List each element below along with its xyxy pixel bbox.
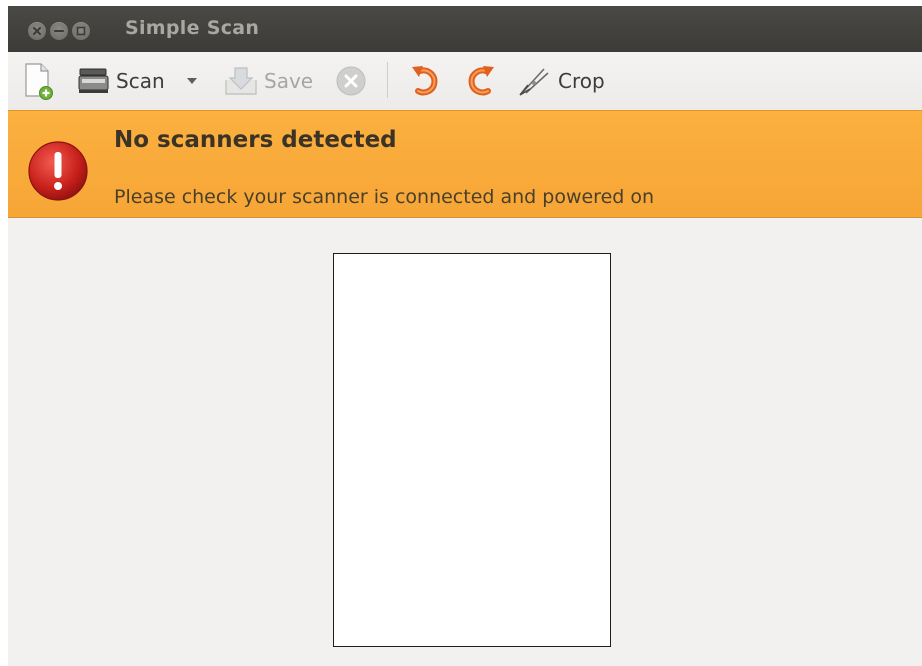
scan-button[interactable]: Scan	[76, 52, 165, 110]
minimize-window-button[interactable]	[50, 22, 68, 40]
save-label: Save	[264, 69, 314, 93]
maximize-window-button[interactable]	[72, 22, 90, 40]
scan-options-dropdown[interactable]	[184, 52, 200, 110]
save-icon	[225, 67, 257, 95]
simple-scan-window: Simple Scan Scan Save Crop No scanners d…	[8, 6, 922, 666]
window-title: Simple Scan	[125, 17, 260, 39]
crop-icon	[519, 68, 549, 96]
crop-button[interactable]: Crop	[514, 52, 605, 110]
maximize-icon	[76, 26, 86, 36]
minimize-icon	[54, 30, 64, 32]
error-icon	[28, 141, 88, 201]
rotate-left-icon	[412, 66, 438, 96]
toolbar: Scan Save Crop	[8, 52, 922, 110]
stop-scan-button[interactable]	[334, 52, 368, 110]
infobar-title: No scanners detected	[114, 127, 397, 153]
save-button[interactable]: Save	[222, 52, 313, 110]
scanner-icon	[78, 68, 109, 93]
rotate-left-button[interactable]	[406, 52, 446, 110]
blank-page-preview[interactable]	[333, 253, 611, 647]
stop-icon	[336, 66, 366, 96]
rotate-right-icon	[468, 66, 494, 96]
scan-preview-area	[8, 218, 922, 666]
close-window-button[interactable]	[28, 22, 46, 40]
rotate-right-button[interactable]	[460, 52, 500, 110]
new-document-button[interactable]	[22, 52, 56, 110]
title-bar[interactable]: Simple Scan	[8, 6, 922, 52]
toolbar-separator	[387, 62, 388, 98]
no-scanner-infobar: No scanners detected Please check your s…	[8, 110, 922, 218]
chevron-down-icon	[187, 78, 197, 84]
new-document-icon	[25, 63, 53, 100]
crop-label: Crop	[558, 69, 605, 93]
scan-label: Scan	[116, 69, 165, 93]
close-icon	[33, 27, 41, 35]
infobar-message: Please check your scanner is connected a…	[114, 186, 655, 208]
